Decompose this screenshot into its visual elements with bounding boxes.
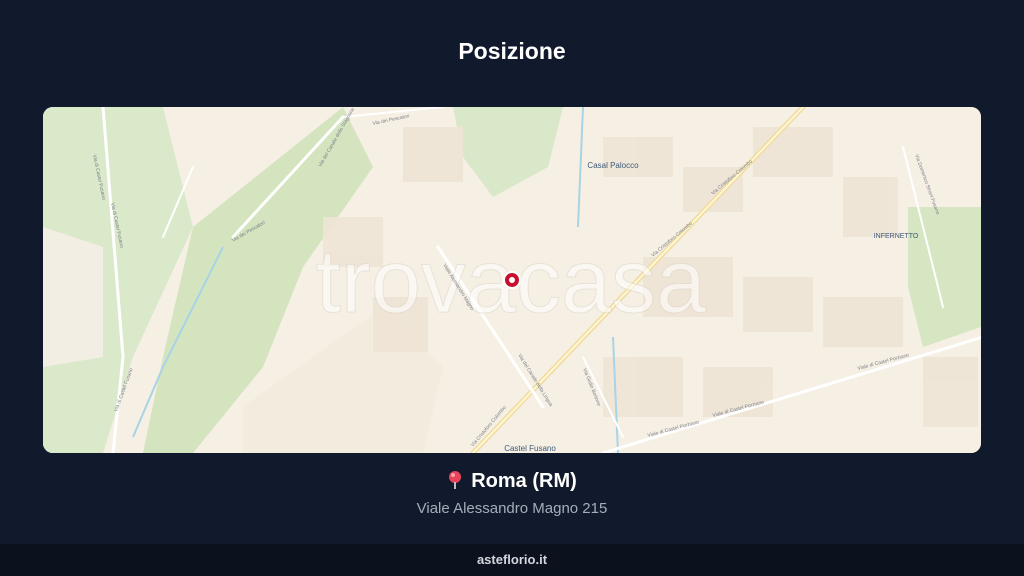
label-casal-palocco: Casal Palocco (587, 161, 639, 170)
round-pushpin-icon (447, 470, 463, 496)
map-canvas[interactable]: trovacasa Casal Palocco INFERNETTO Caste… (43, 107, 981, 453)
footer: asteflorio.it (0, 544, 1024, 576)
page-title: Posizione (458, 38, 566, 64)
site-name[interactable]: asteflorio.it (477, 552, 547, 567)
map-marker-icon[interactable] (503, 271, 521, 289)
city-name: Roma (RM) (471, 470, 577, 492)
location-city-row: Roma (RM) (0, 470, 1024, 496)
label-infernetto: INFERNETTO (874, 233, 919, 240)
location-map[interactable]: trovacasa Casal Palocco INFERNETTO Caste… (43, 107, 981, 453)
street-address: Viale Alessandro Magno 215 (416, 500, 608, 517)
label-castel-fusano: Castel Fusano (504, 444, 556, 453)
